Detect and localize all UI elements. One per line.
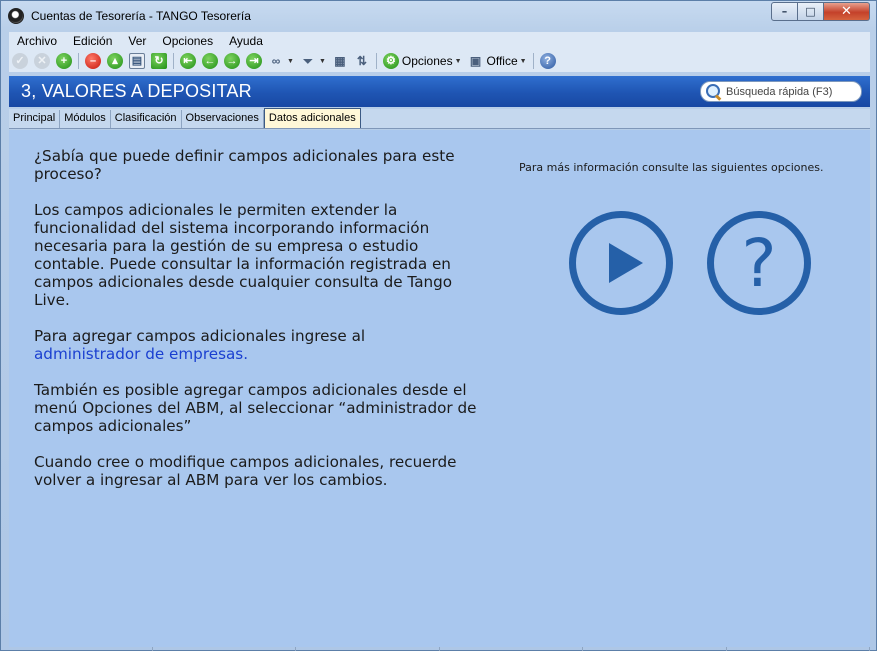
instructions-text: Para agregar campos adicionales ingrese … <box>34 327 366 345</box>
question-text: ¿Sabía que puede definir campos adiciona… <box>34 147 455 183</box>
export-icon[interactable]: ▤ <box>129 53 145 69</box>
prev-icon[interactable]: ← <box>202 53 218 69</box>
app-window: Cuentas de Tesorería - TANGO Tesorería –… <box>0 0 877 651</box>
chevron-down-icon[interactable]: ▼ <box>287 58 294 65</box>
quick-search[interactable] <box>700 81 862 102</box>
sort-icon[interactable]: ⇅ <box>354 53 370 69</box>
last-icon[interactable]: ⇥ <box>246 53 262 69</box>
description-paragraph: Los campos adicionales le permiten exten… <box>34 201 453 309</box>
page-header: 3, VALORES A DEPOSITAR <box>9 76 870 107</box>
tab-strip: Principal Módulos Clasificación Observac… <box>9 108 870 129</box>
menu-ver[interactable]: Ver <box>120 34 154 48</box>
toolbar-separator <box>173 53 174 69</box>
tab-datos-adicionales[interactable]: Datos adicionales <box>263 108 361 128</box>
app-logo-icon <box>8 7 24 24</box>
toolbar-separator <box>532 53 534 69</box>
refresh-icon[interactable]: ↻ <box>151 53 167 69</box>
office-icon[interactable]: ▣ <box>468 53 484 69</box>
window-controls: – □ ✕ <box>771 2 870 21</box>
print-icon[interactable]: ▴ <box>107 53 123 69</box>
play-icon <box>609 243 643 283</box>
admin-empresas-link[interactable]: administrador de empresas. <box>34 345 248 363</box>
search-input[interactable] <box>726 85 856 98</box>
status-cell <box>583 647 727 651</box>
status-bar <box>9 647 870 651</box>
status-cell <box>727 647 870 651</box>
next-icon[interactable]: → <box>224 53 240 69</box>
title-bar[interactable]: Cuentas de Tesorería - TANGO Tesorería –… <box>1 1 876 30</box>
search-icon <box>705 83 722 100</box>
more-info-text: Para más información consulte las siguie… <box>519 161 824 174</box>
help-icon[interactable]: ? <box>539 53 556 69</box>
toolbar-separator <box>375 53 377 69</box>
tab-principal[interactable]: Principal <box>9 110 61 128</box>
status-cell <box>9 647 153 651</box>
menu-opciones[interactable]: Opciones <box>154 34 221 48</box>
maximize-button[interactable]: □ <box>798 2 824 21</box>
toolbar-separator <box>78 53 79 69</box>
cancel-icon[interactable]: ✕ <box>34 53 50 69</box>
tab-observaciones[interactable]: Observaciones <box>182 110 264 128</box>
close-button[interactable]: ✕ <box>824 2 870 21</box>
menu-bar: Archivo Edición Ver Opciones Ayuda <box>9 32 870 50</box>
status-cell <box>440 647 583 651</box>
reminder-paragraph: Cuando cree o modifique campos adicional… <box>34 453 457 489</box>
status-cell <box>296 647 440 651</box>
window-title: Cuentas de Tesorería - TANGO Tesorería <box>31 8 251 23</box>
alternative-paragraph: También es posible agregar campos adicio… <box>34 381 477 435</box>
toolbar: ✓ ✕ + – ▴ ▤ ↻ ⇤ ← → ⇥ ∞ ▼ ⏷ ▼ ▦ ⇅ ⚙ Opci… <box>9 50 870 72</box>
office-menu-button[interactable]: Office <box>487 54 518 68</box>
first-icon[interactable]: ⇤ <box>180 53 196 69</box>
binoculars-icon[interactable]: ∞ <box>268 53 284 69</box>
tab-modulos[interactable]: Módulos <box>60 110 111 128</box>
instructions-paragraph: Para agregar campos adicionales ingrese … <box>34 327 479 363</box>
options-icon[interactable]: ⚙ <box>382 53 399 69</box>
add-icon[interactable]: + <box>56 53 72 69</box>
chevron-down-icon[interactable]: ▼ <box>319 58 326 65</box>
page-title: 3, VALORES A DEPOSITAR <box>21 81 252 101</box>
minimize-button[interactable]: – <box>771 2 798 21</box>
chevron-down-icon[interactable]: ▼ <box>520 58 527 65</box>
delete-icon[interactable]: – <box>85 53 101 69</box>
help-button[interactable]: ? <box>707 211 811 315</box>
filter-icon[interactable]: ⏷ <box>300 53 316 69</box>
status-cell <box>153 647 296 651</box>
check-icon[interactable]: ✓ <box>12 53 28 69</box>
menu-archivo[interactable]: Archivo <box>9 34 65 48</box>
chevron-down-icon[interactable]: ▼ <box>455 58 462 65</box>
question-mark-icon: ? <box>741 225 777 302</box>
tab-clasificacion[interactable]: Clasificación <box>111 110 182 128</box>
grid-icon[interactable]: ▦ <box>332 53 348 69</box>
info-text-column: ¿Sabía que puede definir campos adiciona… <box>34 147 479 507</box>
menu-edicion[interactable]: Edición <box>65 34 120 48</box>
options-menu-button[interactable]: Opciones <box>402 54 453 68</box>
content-panel: ¿Sabía que puede definir campos adiciona… <box>9 130 870 647</box>
menu-ayuda[interactable]: Ayuda <box>221 34 271 48</box>
play-video-button[interactable] <box>569 211 673 315</box>
